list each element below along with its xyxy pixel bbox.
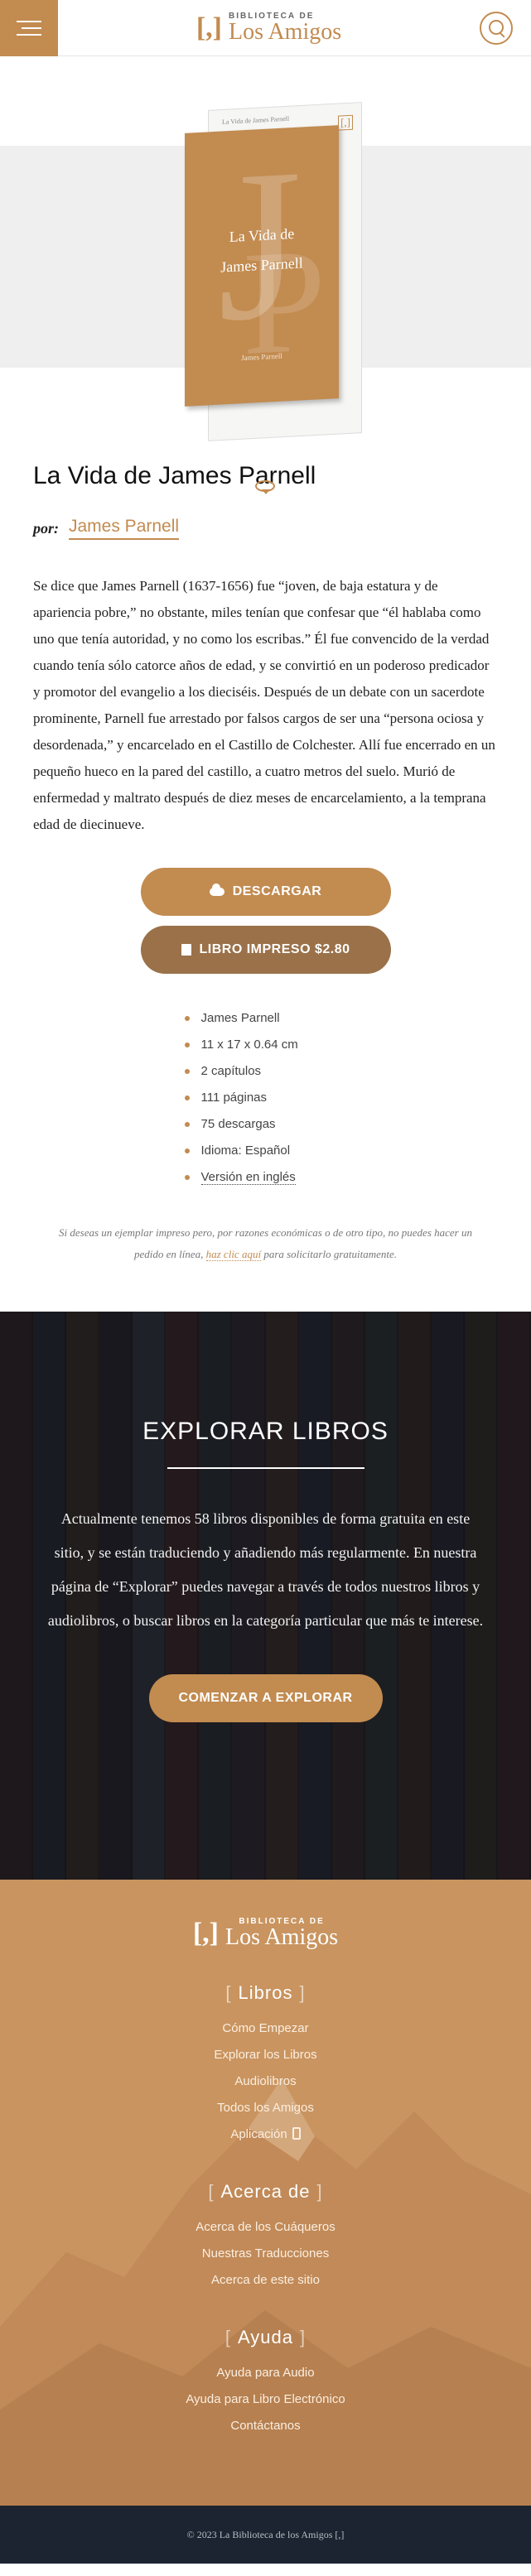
footer-heading-libros: [Libros] [225,1982,306,2003]
footer-link[interactable]: Contáctanos [0,2413,531,2439]
footer-link-app[interactable]: Aplicación [0,2121,531,2148]
explore-title: EXPLORAR LIBROS [142,1418,389,1445]
book-icon [181,944,191,956]
free-request-note: Si deseas un ejemplar impreso pero, por … [59,1226,472,1261]
explore-divider [167,1467,364,1469]
footer-link[interactable]: Todos los Amigos [0,2095,531,2121]
start-exploring-button[interactable]: COMENZAR A EXPLORAR [148,1674,383,1722]
explore-text: Actualmente tenemos 58 libros disponible… [47,1510,484,1629]
cover-title: La Vida de James Parnell [220,224,303,276]
footer-link[interactable]: Acerca de los Cuáqueros [0,2214,531,2241]
author-link[interactable]: James Parnell [69,517,180,540]
footer-link[interactable]: Audiolibros [0,2068,531,2095]
footer-link[interactable]: Cómo Empezar [0,2015,531,2042]
footer-link[interactable]: Explorar los Libros [0,2042,531,2068]
request-free-link[interactable]: haz clic aquí [205,1248,262,1261]
cloud-icon [209,884,224,896]
menu-button[interactable] [0,0,58,56]
explore-section: EXPLORAR LIBROS Actualmente tenemos 58 l… [0,1312,531,1880]
book-front: J P La Vida de James Parnell James Parne… [185,125,339,407]
footer-logo[interactable]: [,] BIBLIOTECA DE Los Amigos [193,1918,338,1949]
copyright-text: © 2023 La Biblioteca de los Amigos [,] [186,2528,345,2540]
site-header: [,] BIBLIOTECA DE Los Amigos [0,0,531,56]
footer-list-acerca: Acerca de los Cuáqueros Nuestras Traducc… [0,2214,531,2294]
print-book-button[interactable]: LIBRO IMPRESO $2.80 [140,926,391,974]
book-details: James Parnell 11 x 17 x 0.64 cm 2 capítu… [183,1005,349,1191]
footer-heading-acerca: [Acerca de] [208,2181,323,2202]
footer-link[interactable]: Ayuda para Libro Electrónico [0,2386,531,2413]
action-buttons: DESCARGAR LIBRO IMPRESO $2.80 [0,868,531,974]
hamburger-icon [17,20,41,22]
book-blurb: Se dice que James Parnell (1637-1656) fu… [33,578,495,832]
book-cover-section: La Vida de James Parnell [,] J P La Vida… [0,56,531,494]
site-logo[interactable]: [,] BIBLIOTECA DE Los Amigos [196,12,341,44]
footer-link[interactable]: Acerca de este sitio [0,2267,531,2294]
footer-list-ayuda: Ayuda para Audio Ayuda para Libro Electr… [0,2360,531,2439]
footer-heading-ayuda: [Ayuda] [224,2327,307,2347]
rotate-icon[interactable] [255,480,275,494]
footer-list-libros: Cómo Empezar Explorar los Libros Audioli… [0,2015,531,2148]
detail-size: 11 x 17 x 0.64 cm [183,1032,349,1058]
phone-icon [292,2127,301,2140]
site-footer: [,] BIBLIOTECA DE Los Amigos [Libros] Có… [0,1880,531,2506]
detail-author: James Parnell [183,1005,349,1032]
logo-mark: [,] [196,12,222,43]
logo-big-text: Los Amigos [229,18,342,45]
copyright-bar: © 2023 La Biblioteca de los Amigos [,] [0,2506,531,2564]
detail-pages: 111 páginas [183,1085,349,1111]
book-cover[interactable]: La Vida de James Parnell [,] J P La Vida… [185,102,362,465]
footer-link[interactable]: Ayuda para Audio [0,2360,531,2386]
detail-language: Idioma: Español [183,1138,349,1164]
detail-downloads: 75 descargas [183,1111,349,1138]
detail-english-version[interactable]: Versión en inglés [183,1164,349,1191]
byline-label: por: [33,519,59,537]
search-icon[interactable] [479,11,513,45]
detail-chapters: 2 capítulos [183,1058,349,1085]
footer-link[interactable]: Nuestras Traducciones [0,2241,531,2267]
download-button[interactable]: DESCARGAR [140,868,391,916]
byline: por: James Parnell [33,517,498,540]
